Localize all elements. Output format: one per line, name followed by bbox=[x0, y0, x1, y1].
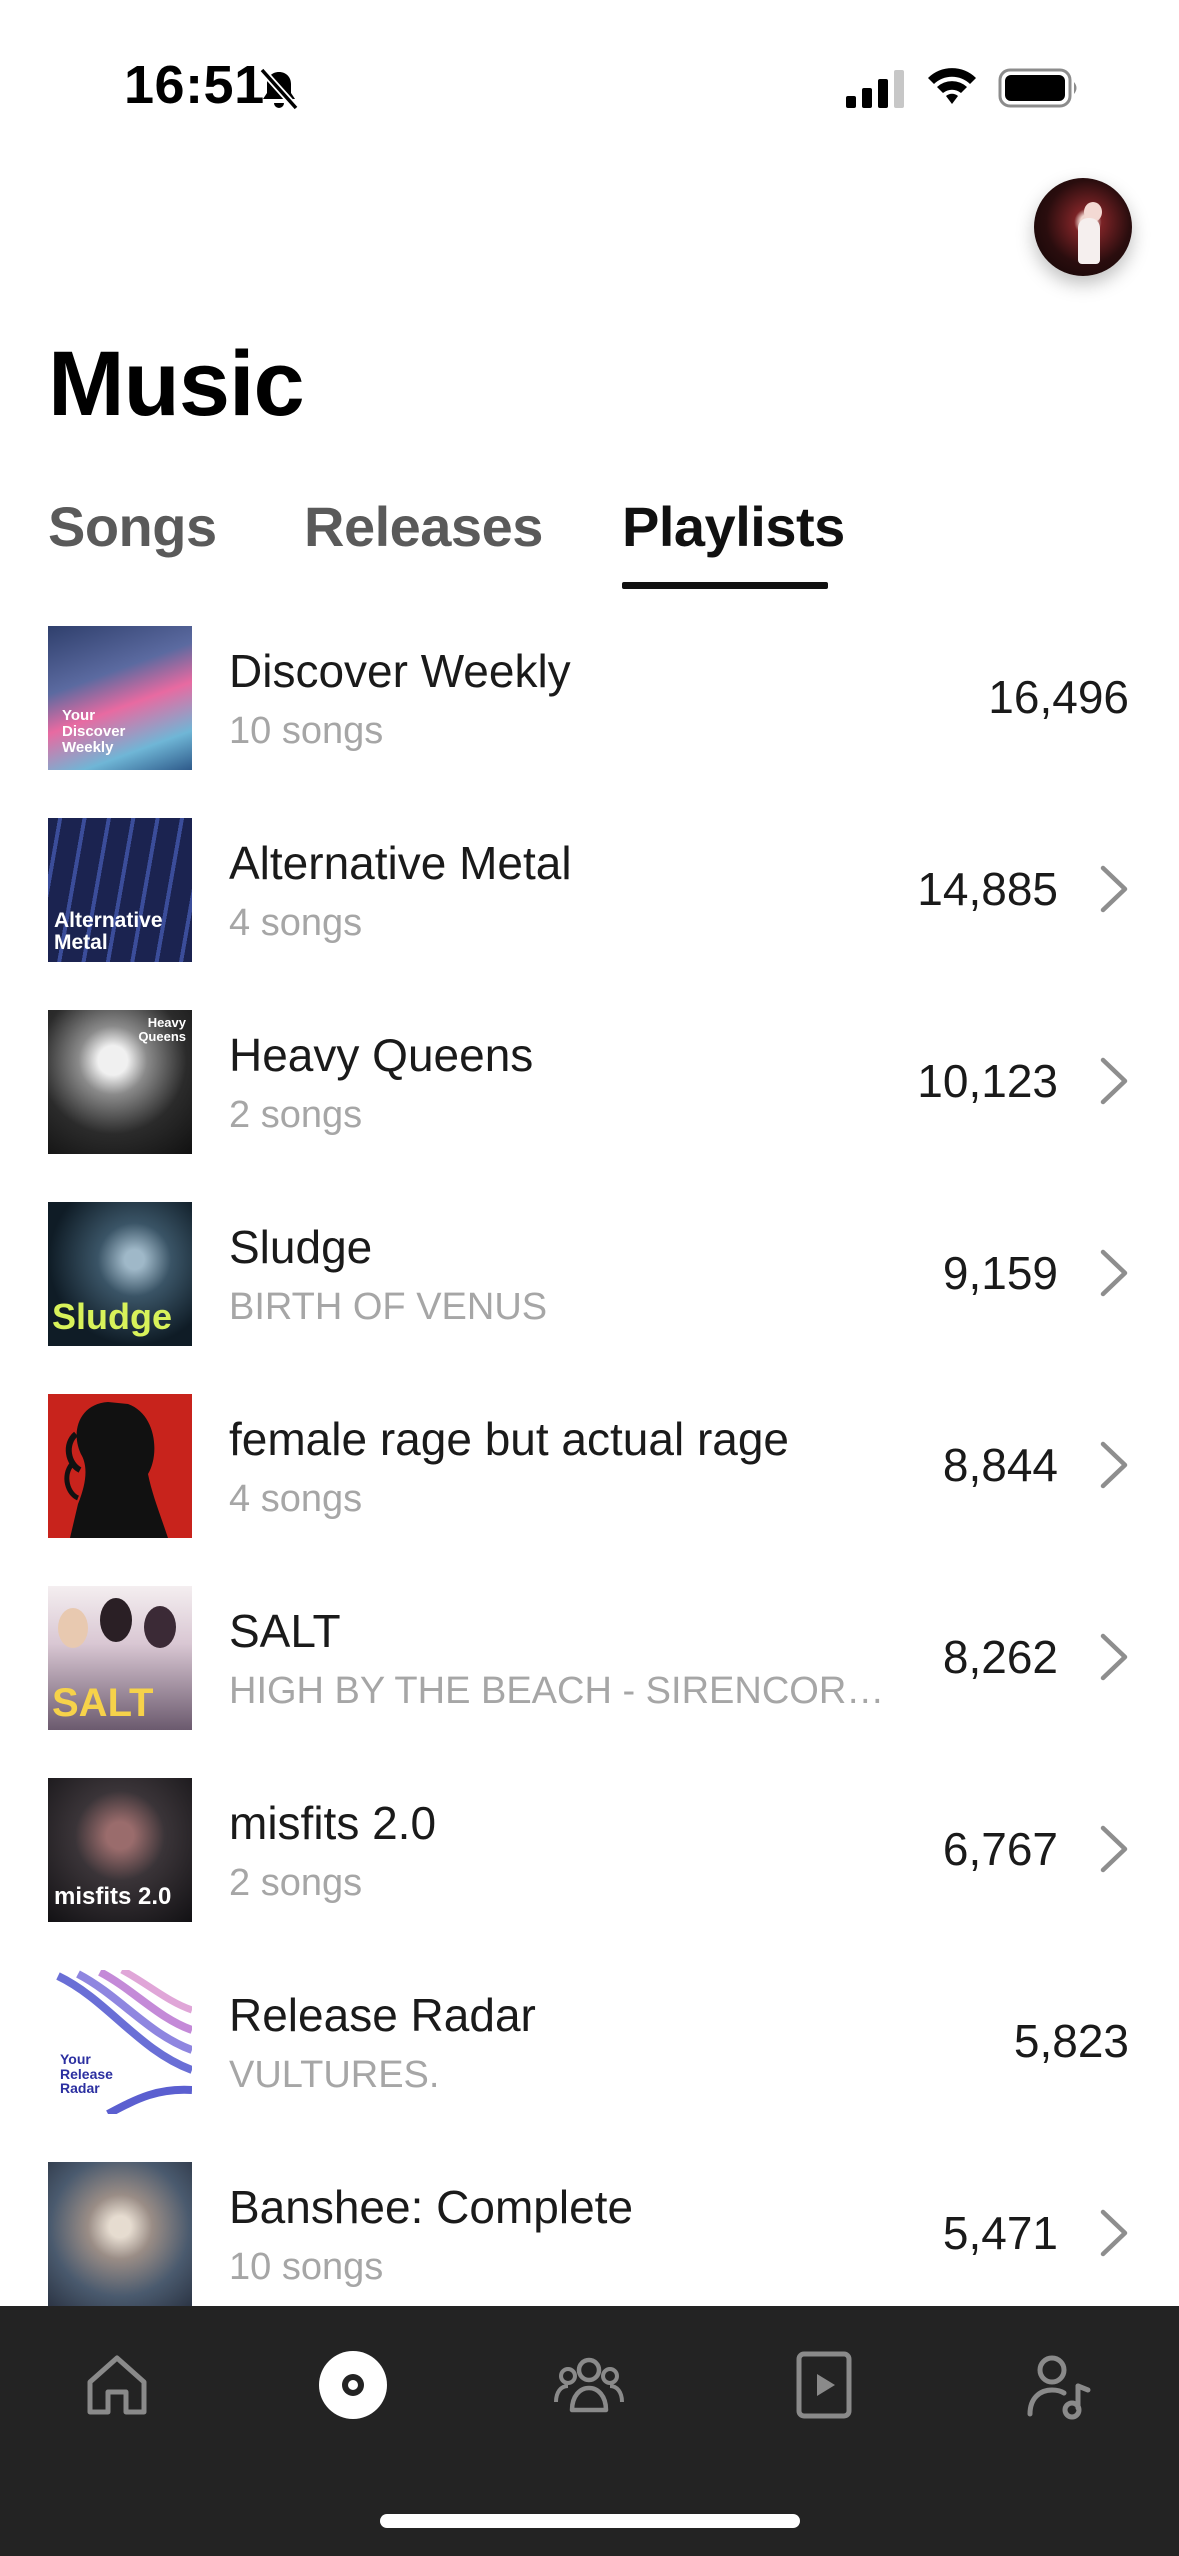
playlist-row-misfits[interactable]: misfits 2.0 misfits 2.0 2 songs 6,767 bbox=[0, 1752, 1179, 1944]
playlist-cover: Alternative Metal bbox=[48, 818, 192, 962]
chevron-right-icon[interactable] bbox=[1099, 2208, 1129, 2258]
cover-text: Your Discover Weekly bbox=[62, 707, 126, 756]
tab-playlists[interactable]: Playlists bbox=[622, 494, 845, 559]
status-bar: 16:51 bbox=[0, 0, 1179, 160]
cellular-signal-icon bbox=[846, 70, 904, 108]
playlist-title: Release Radar bbox=[229, 1989, 536, 2041]
playlist-title: female rage but actual rage bbox=[229, 1413, 790, 1465]
segment-tabs: Songs Releases Playlists bbox=[48, 494, 1148, 594]
chevron-right-icon[interactable] bbox=[1099, 864, 1129, 914]
chevron-right-icon[interactable] bbox=[1099, 1248, 1129, 1298]
profile-avatar[interactable] bbox=[1034, 178, 1132, 276]
playlist-row-female-rage[interactable]: female rage but actual rage 4 songs 8,84… bbox=[0, 1368, 1179, 1560]
playlist-subtitle: HIGH BY THE BEACH - SIRENCORE... bbox=[229, 1670, 899, 1712]
cover-silhouette bbox=[64, 1402, 168, 1538]
playlist-cover: Your Discover Weekly bbox=[48, 626, 192, 770]
playlist-subtitle: 4 songs bbox=[229, 1478, 363, 1520]
playlist-subtitle: 10 songs bbox=[229, 2246, 384, 2288]
playlist-title: Discover Weekly bbox=[229, 645, 571, 697]
playlist-subtitle: VULTURES. bbox=[229, 2054, 440, 2096]
people-icon[interactable] bbox=[552, 2348, 626, 2422]
cover-face bbox=[58, 1608, 88, 1648]
chevron-right-icon[interactable] bbox=[1099, 1056, 1129, 1106]
chevron-right-icon[interactable] bbox=[1099, 1632, 1129, 1682]
playlist-count: 14,885 bbox=[917, 863, 1058, 915]
playlist-subtitle: 2 songs bbox=[229, 1862, 363, 1904]
wifi-icon bbox=[928, 68, 976, 104]
status-time: 16:51 bbox=[124, 55, 265, 115]
avatar-figure bbox=[1078, 218, 1100, 264]
playlist-count: 8,844 bbox=[942, 1439, 1058, 1491]
playlist-row-alternative-metal[interactable]: Alternative Metal Alternative Metal 4 so… bbox=[0, 792, 1179, 984]
playlist-row-discover-weekly[interactable]: Your Discover Weekly Discover Weekly 10 … bbox=[0, 600, 1179, 792]
playlist-cover: misfits 2.0 bbox=[48, 1778, 192, 1922]
playlist-row-salt[interactable]: SALT SALT HIGH BY THE BEACH - SIRENCORE.… bbox=[0, 1560, 1179, 1752]
cover-face bbox=[100, 1598, 132, 1642]
playlist-count: 5,471 bbox=[942, 2207, 1058, 2259]
chevron-right-icon[interactable] bbox=[1099, 1440, 1129, 1490]
playlist-cover: Sludge bbox=[48, 1202, 192, 1346]
playlist-subtitle: BIRTH OF VENUS bbox=[229, 1286, 548, 1328]
home-indicator[interactable] bbox=[380, 2514, 800, 2528]
playlist-row-release-radar[interactable]: Your Release Radar Release Radar VULTURE… bbox=[0, 1944, 1179, 2136]
playlist-title: Sludge bbox=[229, 1221, 373, 1273]
playlist-subtitle: 2 songs bbox=[229, 1094, 363, 1136]
playlist-row-banshee[interactable]: Banshee: Complete 10 songs 5,471 bbox=[0, 2136, 1179, 2328]
playlist-cover: Your Release Radar bbox=[48, 1970, 192, 2114]
tab-releases[interactable]: Releases bbox=[304, 494, 543, 559]
playlist-row-heavy-queens[interactable]: Heavy Queens Heavy Queens 2 songs 10,123 bbox=[0, 984, 1179, 1176]
playlist-count: 8,262 bbox=[942, 1631, 1058, 1683]
playlist-title: Banshee: Complete bbox=[229, 2181, 634, 2233]
playlist-cover bbox=[48, 1394, 192, 1538]
cover-text: Alternative Metal bbox=[54, 909, 163, 955]
play-square-icon[interactable] bbox=[787, 2348, 861, 2422]
cover-face bbox=[144, 1606, 176, 1648]
cover-text: Sludge bbox=[52, 1296, 173, 1337]
tab-songs[interactable]: Songs bbox=[48, 494, 217, 559]
playlist-cover bbox=[48, 2162, 192, 2306]
artist-icon[interactable] bbox=[1022, 2348, 1096, 2422]
playlist-subtitle: 4 songs bbox=[229, 902, 363, 944]
playlist-title: misfits 2.0 bbox=[229, 1797, 437, 1849]
playlist-count: 10,123 bbox=[917, 1055, 1058, 1107]
playlist-count: 16,496 bbox=[988, 671, 1129, 723]
cover-text: Heavy Queens bbox=[138, 1015, 186, 1044]
playlist-title: SALT bbox=[229, 1605, 341, 1657]
cover-text: misfits 2.0 bbox=[54, 1883, 172, 1910]
battery-icon bbox=[998, 68, 1077, 108]
bell-off-icon bbox=[259, 67, 299, 111]
cover-text: Your Release Radar bbox=[60, 2051, 113, 2097]
page-title: Music bbox=[48, 333, 305, 435]
playlist-count: 9,159 bbox=[942, 1247, 1058, 1299]
record-icon[interactable] bbox=[316, 2348, 390, 2422]
cover-text: SALT bbox=[52, 1681, 154, 1725]
playlist-title: Alternative Metal bbox=[229, 837, 572, 889]
active-tab-indicator bbox=[622, 582, 828, 589]
playlist-count: 5,823 bbox=[1013, 2015, 1129, 2067]
playlist-row-sludge[interactable]: Sludge Sludge BIRTH OF VENUS 9,159 bbox=[0, 1176, 1179, 1368]
playlist-title: Heavy Queens bbox=[229, 1029, 534, 1081]
chevron-right-icon[interactable] bbox=[1099, 1824, 1129, 1874]
playlist-count: 6,767 bbox=[942, 1823, 1058, 1875]
playlist-subtitle: 10 songs bbox=[229, 710, 384, 752]
playlist-cover: SALT bbox=[48, 1586, 192, 1730]
playlist-cover: Heavy Queens bbox=[48, 1010, 192, 1154]
home-icon[interactable] bbox=[80, 2348, 154, 2422]
